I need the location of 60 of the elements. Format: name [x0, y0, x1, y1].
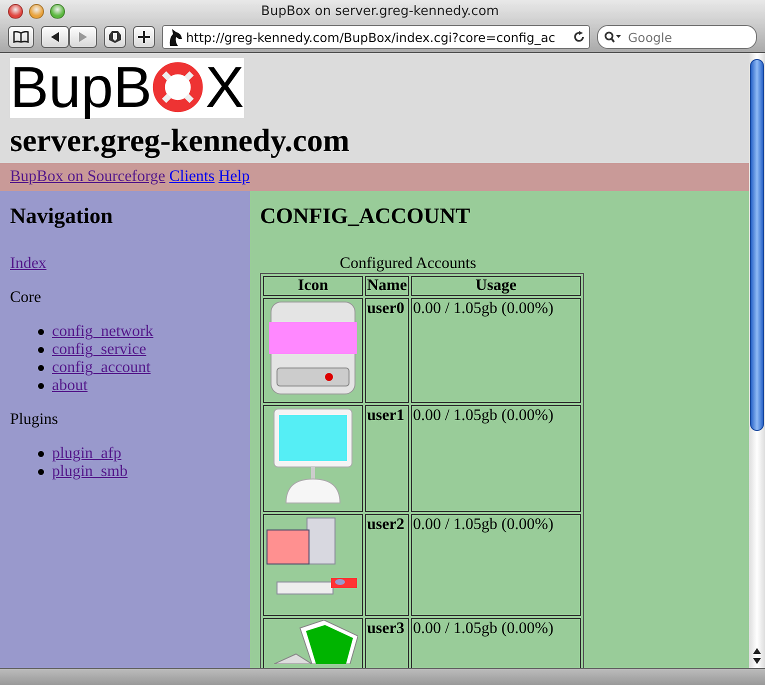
section-label: Plugins — [10, 411, 60, 429]
table-cell: user2 — [365, 514, 409, 616]
sidebar-heading: Navigation — [10, 203, 114, 229]
search-input[interactable]: Google — [626, 28, 750, 46]
scroll-thumb[interactable] — [750, 59, 764, 431]
bullet-icon — [38, 451, 44, 457]
nav-link[interactable]: plugin_afp — [52, 445, 122, 463]
page-title: server.greg-kennedy.com — [10, 122, 350, 159]
section-heading: CONFIG_ACCOUNT — [260, 203, 472, 229]
bullet-icon — [38, 383, 44, 389]
table-cell: 0.00 / 1.05gb (0.00%) — [410, 405, 581, 512]
table-caption: Configured Accounts — [338, 255, 478, 273]
back-arrow-icon — [51, 32, 60, 42]
bullet-icon — [38, 347, 44, 353]
column-header: Usage — [410, 276, 581, 296]
bullet-icon — [38, 469, 44, 475]
nav-link[interactable]: config_service — [52, 341, 146, 359]
bullet-icon — [38, 329, 44, 335]
hard-drive-icon — [267, 300, 359, 396]
section-label: Core — [10, 289, 42, 307]
top-link[interactable]: BupBox on Sourceforge — [10, 168, 166, 186]
zoom-icon[interactable] — [50, 4, 65, 18]
top-link[interactable]: Help — [218, 168, 250, 186]
plus-icon — [138, 31, 150, 43]
top-link[interactable]: Clients — [169, 168, 215, 186]
forward-button[interactable] — [69, 26, 98, 48]
add-bookmark-button[interactable] — [133, 26, 155, 48]
laptop-icon — [274, 620, 358, 664]
minimize-icon[interactable] — [29, 4, 44, 18]
scroll-up-icon[interactable] — [753, 648, 761, 654]
column-header: Name — [365, 276, 409, 296]
imac-icon — [272, 407, 354, 505]
nav-link[interactable]: about — [52, 377, 88, 395]
bupbox-logo: BupB X — [10, 58, 244, 118]
close-icon[interactable] — [8, 4, 23, 18]
scrollbar[interactable] — [749, 53, 765, 668]
scroll-down-icon[interactable] — [753, 658, 761, 664]
search-field[interactable]: Google — [597, 25, 757, 49]
bullet-icon — [38, 365, 44, 371]
nav-link[interactable]: config_network — [52, 323, 154, 341]
table-cell: user0 — [365, 298, 409, 403]
window-title: BupBox on server.greg-kennedy.com — [260, 4, 500, 18]
address-field[interactable]: http://greg-kennedy.com/BupBox/index.cgi?core=config_ac — [162, 25, 590, 49]
privacy-button[interactable] — [104, 26, 126, 48]
search-icon — [604, 31, 622, 43]
table-cell: 0.00 / 1.05gb (0.00%) — [410, 298, 581, 403]
table-cell: user1 — [365, 405, 409, 512]
horse-head-icon — [167, 28, 183, 46]
column-header: Icon — [263, 276, 363, 296]
nav-link[interactable]: config_account — [52, 359, 151, 377]
back-button[interactable] — [41, 26, 70, 48]
url-text: http://greg-kennedy.com/BupBox/index.cgi?core=config_ac — [186, 30, 556, 44]
book-icon — [13, 31, 30, 43]
bookmarks-button[interactable] — [8, 26, 34, 48]
index-link[interactable]: Index — [10, 255, 46, 272]
forward-arrow-icon — [79, 32, 88, 42]
table-cell: 0.00 / 1.05gb (0.00%) — [410, 514, 581, 616]
nav-link[interactable]: plugin_smb — [52, 463, 128, 481]
reload-icon[interactable] — [573, 31, 585, 43]
shield-icon — [108, 30, 122, 44]
